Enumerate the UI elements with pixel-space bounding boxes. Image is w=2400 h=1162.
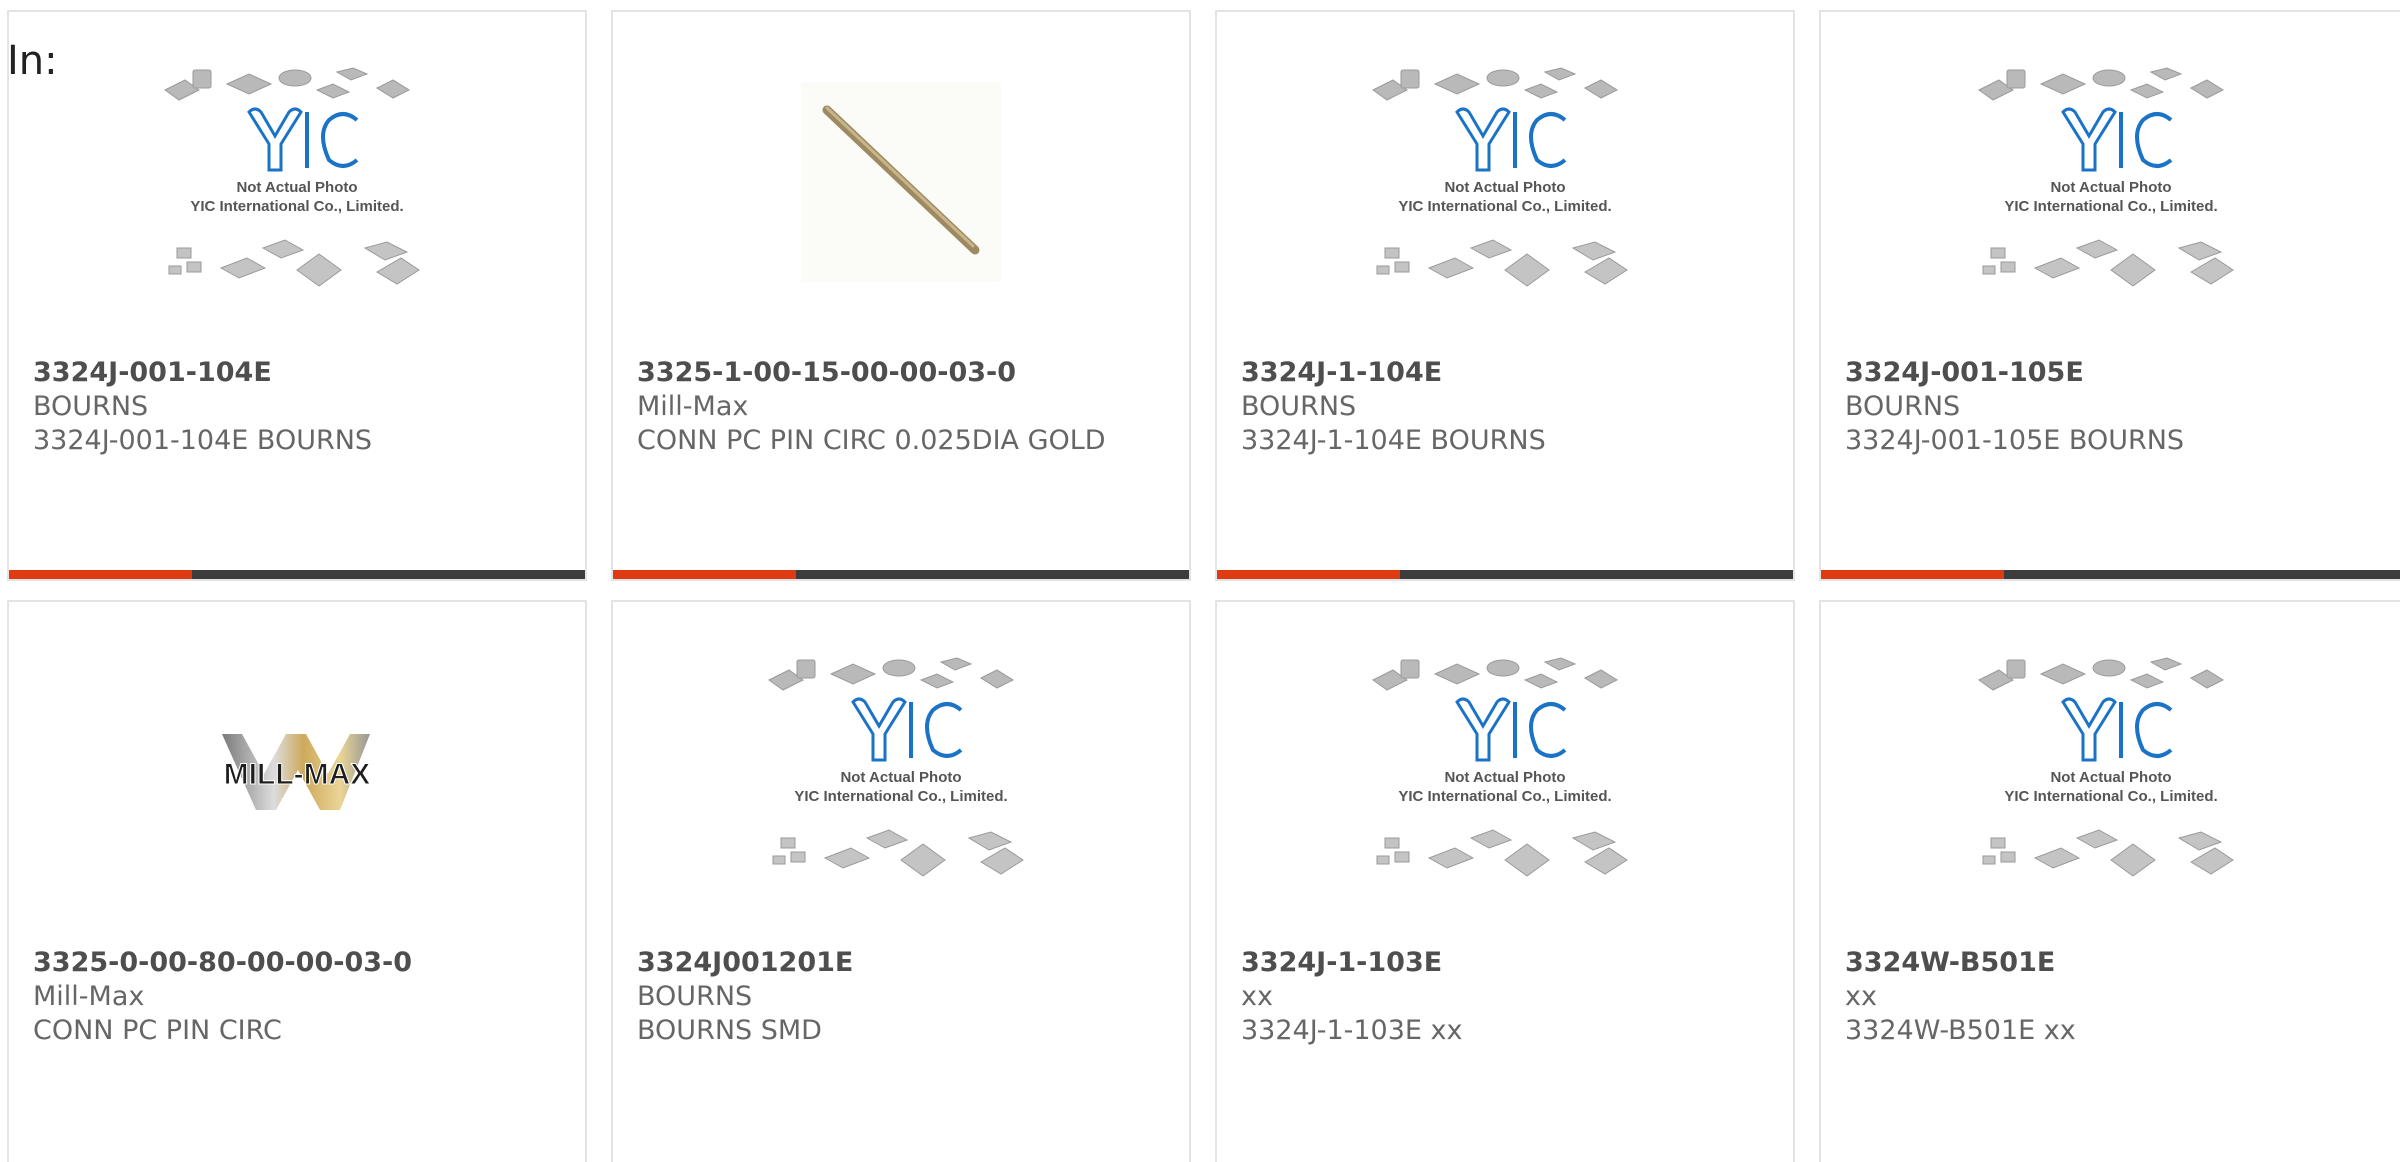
card-bar bbox=[1821, 570, 2400, 579]
mill-max-logo-text: MILL-MAX bbox=[224, 758, 371, 791]
brand: Mill-Max bbox=[33, 981, 145, 1012]
product-card[interactable]: Not Actual Photo YIC International Co., … bbox=[1215, 600, 1795, 1162]
brand: BOURNS bbox=[1845, 391, 1961, 422]
part-number[interactable]: 3324W-B501E bbox=[1845, 946, 2376, 980]
description: 3324J-001-105E BOURNS bbox=[1845, 425, 2185, 456]
yic-placeholder-image: Not Actual Photo YIC International Co., … bbox=[1372, 67, 1628, 287]
product-info: 3324J001201E BOURNS BOURNS SMD bbox=[637, 946, 1165, 1048]
in-label: In: bbox=[7, 38, 58, 84]
part-number[interactable]: 3324J-001-105E bbox=[1845, 356, 2376, 390]
description: 3324J-1-104E BOURNS bbox=[1241, 425, 1546, 456]
description: 3324J-1-103E xx bbox=[1241, 1015, 1463, 1046]
product-image[interactable]: Not Actual Photo YIC International Co., … bbox=[1821, 602, 2400, 942]
product-image[interactable]: Not Actual Photo YIC International Co., … bbox=[9, 12, 585, 352]
part-number[interactable]: 3325-1-00-15-00-00-03-0 bbox=[637, 356, 1165, 390]
yic-placeholder-image: Not Actual Photo YIC International Co., … bbox=[1977, 657, 2234, 877]
brand: Mill-Max bbox=[637, 391, 749, 422]
placeholder-line2: YIC International Co., Limited. bbox=[190, 198, 403, 215]
product-image[interactable] bbox=[613, 12, 1189, 352]
part-number[interactable]: 3324J-001-104E bbox=[33, 356, 561, 390]
yic-placeholder-image: Not Actual Photo YIC International Co., … bbox=[164, 67, 420, 287]
placeholder-line2: YIC International Co., Limited. bbox=[2004, 788, 2217, 805]
description: 3324W-B501E xx bbox=[1845, 1015, 2076, 1046]
product-image[interactable]: MILL-MAX bbox=[9, 602, 585, 942]
brand: BOURNS bbox=[1241, 391, 1357, 422]
product-card[interactable]: MILL-MAX 3325-0-00-80-00-00-03-0 Mill-Ma… bbox=[7, 600, 587, 1162]
card-bar-accent bbox=[1821, 570, 2004, 579]
product-image[interactable]: Not Actual Photo YIC International Co., … bbox=[613, 602, 1189, 942]
description: BOURNS SMD bbox=[637, 1015, 822, 1046]
product-card[interactable]: Not Actual Photo YIC International Co., … bbox=[611, 600, 1191, 1162]
product-card[interactable]: Not Actual Photo YIC International Co., … bbox=[1819, 600, 2400, 1162]
yic-placeholder-image: Not Actual Photo YIC International Co., … bbox=[768, 657, 1024, 877]
brand: BOURNS bbox=[637, 981, 753, 1012]
placeholder-line2: YIC International Co., Limited. bbox=[1398, 198, 1611, 215]
placeholder-line1: Not Actual Photo bbox=[1444, 179, 1565, 196]
card-bar-accent bbox=[9, 570, 192, 579]
placeholder-line1: Not Actual Photo bbox=[2050, 179, 2171, 196]
pin-photo bbox=[801, 82, 1001, 282]
card-bar-accent bbox=[613, 570, 796, 579]
product-info: 3324J-001-105E BOURNS 3324J-001-105E BOU… bbox=[1845, 356, 2376, 458]
card-bar-accent bbox=[1217, 570, 1400, 579]
part-number[interactable]: 3324J-1-104E bbox=[1241, 356, 1769, 390]
product-card[interactable]: Not Actual Photo YIC International Co., … bbox=[1819, 10, 2400, 581]
placeholder-line1: Not Actual Photo bbox=[236, 179, 357, 196]
product-info: 3324J-1-103E xx 3324J-1-103E xx bbox=[1241, 946, 1769, 1048]
part-number[interactable]: 3324J-1-103E bbox=[1241, 946, 1769, 980]
yic-placeholder-image: Not Actual Photo YIC International Co., … bbox=[1977, 67, 2234, 287]
part-number[interactable]: 3325-0-00-80-00-00-03-0 bbox=[33, 946, 561, 980]
placeholder-line1: Not Actual Photo bbox=[2050, 769, 2171, 786]
product-image[interactable]: Not Actual Photo YIC International Co., … bbox=[1217, 12, 1793, 352]
product-card[interactable]: 3325-1-00-15-00-00-03-0 Mill-Max CONN PC… bbox=[611, 10, 1191, 581]
placeholder-line2: YIC International Co., Limited. bbox=[1398, 788, 1611, 805]
yic-placeholder-image: Not Actual Photo YIC International Co., … bbox=[1372, 657, 1628, 877]
brand: xx bbox=[1845, 981, 1877, 1012]
product-info: 3325-1-00-15-00-00-03-0 Mill-Max CONN PC… bbox=[637, 356, 1165, 458]
description: 3324J-001-104E BOURNS bbox=[33, 425, 373, 456]
brand: BOURNS bbox=[33, 391, 149, 422]
card-bar bbox=[613, 570, 1189, 579]
product-info: 3324J-1-104E BOURNS 3324J-1-104E BOURNS bbox=[1241, 356, 1769, 458]
placeholder-line2: YIC International Co., Limited. bbox=[2004, 198, 2217, 215]
mill-max-logo: MILL-MAX bbox=[222, 734, 371, 810]
description: CONN PC PIN CIRC bbox=[33, 1015, 282, 1046]
product-info: 3325-0-00-80-00-00-03-0 Mill-Max CONN PC… bbox=[33, 946, 561, 1048]
brand: xx bbox=[1241, 981, 1273, 1012]
part-number[interactable]: 3324J001201E bbox=[637, 946, 1165, 980]
product-image[interactable]: Not Actual Photo YIC International Co., … bbox=[1821, 12, 2400, 352]
card-bar bbox=[9, 570, 585, 579]
product-info: 3324J-001-104E BOURNS 3324J-001-104E BOU… bbox=[33, 356, 561, 458]
product-grid: Not Actual Photo YIC International Co., … bbox=[0, 0, 2400, 1162]
product-image[interactable]: Not Actual Photo YIC International Co., … bbox=[1217, 602, 1793, 942]
product-card[interactable]: Not Actual Photo YIC International Co., … bbox=[1215, 10, 1795, 581]
description: CONN PC PIN CIRC 0.025DIA GOLD bbox=[637, 425, 1106, 456]
placeholder-line2: YIC International Co., Limited. bbox=[794, 788, 1007, 805]
card-bar bbox=[1217, 570, 1793, 579]
placeholder-line1: Not Actual Photo bbox=[1444, 769, 1565, 786]
product-card[interactable]: Not Actual Photo YIC International Co., … bbox=[7, 10, 587, 581]
placeholder-line1: Not Actual Photo bbox=[840, 769, 961, 786]
product-info: 3324W-B501E xx 3324W-B501E xx bbox=[1845, 946, 2376, 1048]
